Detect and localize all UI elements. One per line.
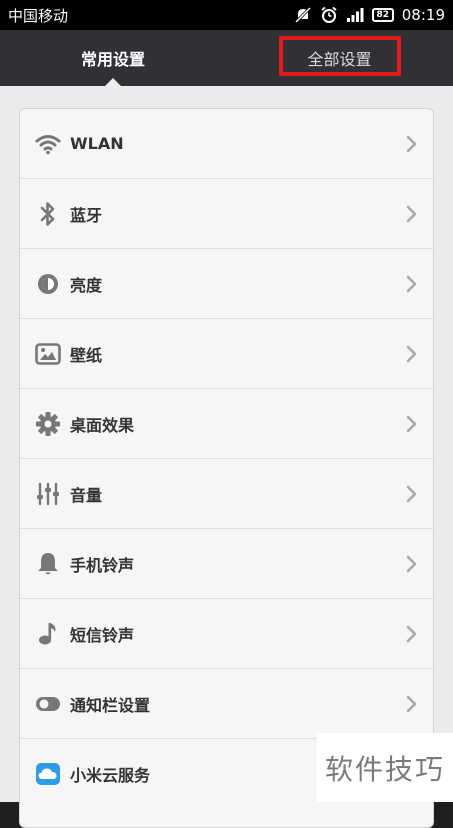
status-icons: 82 08:19 xyxy=(294,5,445,25)
clock-time: 08:19 xyxy=(401,6,445,24)
cloud-icon xyxy=(34,760,62,788)
chevron-right-icon xyxy=(403,694,419,714)
status-bar: 中国移动 82 08:19 xyxy=(0,0,453,30)
settings-item-label: 音量 xyxy=(70,485,103,505)
highlight-box xyxy=(279,36,401,76)
settings-item-label: WLAN xyxy=(70,134,124,153)
settings-item-label: 通知栏设置 xyxy=(70,695,151,715)
toggle-icon xyxy=(34,690,62,718)
chevron-right-icon xyxy=(403,624,419,644)
notification-muted-icon xyxy=(294,5,312,25)
watermark: 软件技巧 xyxy=(317,733,453,802)
settings-item-bluetooth[interactable]: 蓝牙 xyxy=(20,179,433,249)
settings-item-label: 短信铃声 xyxy=(70,625,135,645)
chevron-right-icon xyxy=(403,204,419,224)
settings-item-label: 蓝牙 xyxy=(70,205,103,225)
carrier-name: 中国移动 xyxy=(8,6,69,25)
settings-item-sms-ringtone[interactable]: 短信铃声 xyxy=(20,599,433,669)
settings-item-label: 亮度 xyxy=(70,275,103,295)
settings-item-label: 桌面效果 xyxy=(70,415,135,435)
volume-sliders-icon xyxy=(34,480,62,508)
settings-item-ringtone[interactable]: 手机铃声 xyxy=(20,529,433,599)
chevron-right-icon xyxy=(403,414,419,434)
settings-item-volume[interactable]: 音量 xyxy=(20,459,433,529)
settings-item-wallpaper[interactable]: 壁纸 xyxy=(20,319,433,389)
chevron-right-icon xyxy=(403,274,419,294)
settings-item-notification-bar[interactable]: 通知栏设置 xyxy=(20,669,433,739)
battery-icon: 82 xyxy=(371,8,394,22)
chevron-right-icon xyxy=(403,554,419,574)
signal-icon xyxy=(346,5,364,25)
alarm-clock-icon xyxy=(320,5,338,25)
chevron-right-icon xyxy=(403,134,419,154)
settings-item-label: 手机铃声 xyxy=(70,555,135,575)
brightness-icon xyxy=(34,270,62,298)
chevron-right-icon xyxy=(403,344,419,364)
settings-list: WLAN 蓝牙 亮度 壁纸 桌面效果 音量 手机铃声 短信铃声 通知栏设置 小米… xyxy=(19,108,434,828)
chevron-right-icon xyxy=(403,484,419,504)
gear-icon xyxy=(34,410,62,438)
settings-item-desktop-effects[interactable]: 桌面效果 xyxy=(20,389,433,459)
bell-icon xyxy=(34,550,62,578)
settings-item-label: 小米云服务 xyxy=(70,766,151,785)
music-note-icon xyxy=(34,620,62,648)
settings-item-label: 壁纸 xyxy=(70,345,103,365)
settings-item-brightness[interactable]: 亮度 xyxy=(20,249,433,319)
active-tab-indicator xyxy=(104,78,122,87)
settings-item-wlan[interactable]: WLAN xyxy=(20,109,433,179)
settings-content: WLAN 蓝牙 亮度 壁纸 桌面效果 音量 手机铃声 短信铃声 通知栏设置 小米… xyxy=(0,78,453,828)
bluetooth-icon xyxy=(34,200,62,228)
wifi-icon xyxy=(34,130,62,158)
wallpaper-icon xyxy=(34,340,62,368)
